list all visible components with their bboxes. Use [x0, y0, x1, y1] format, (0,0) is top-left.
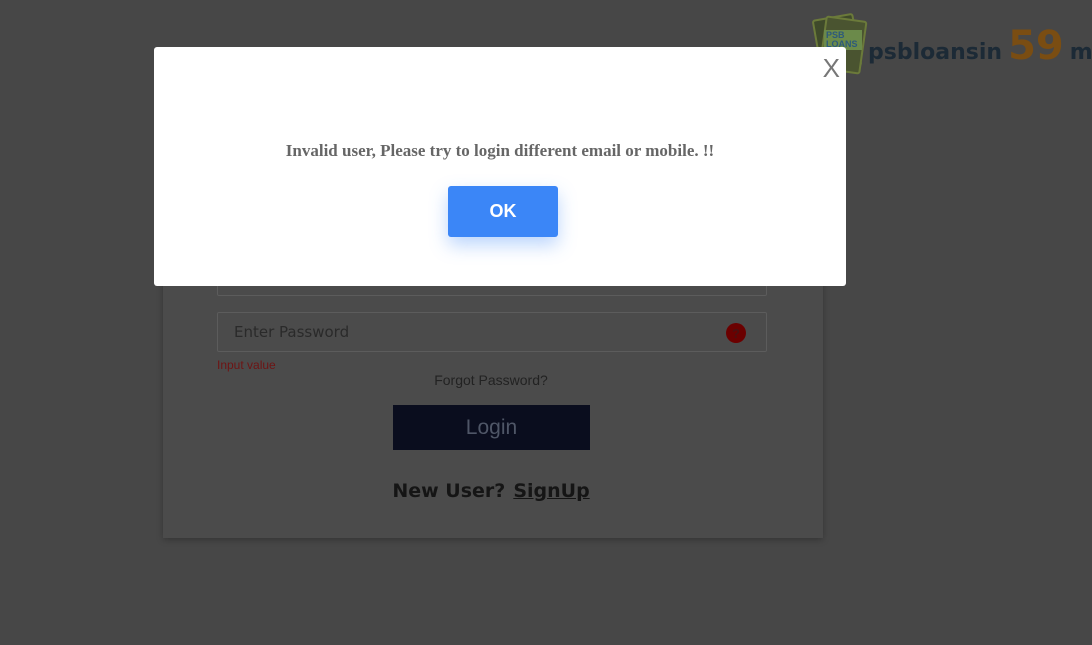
password-input[interactable] — [218, 322, 716, 342]
password-field[interactable]: ? — [217, 312, 767, 352]
login-button[interactable]: Login — [393, 405, 590, 450]
forgot-password-link[interactable]: Forgot Password? — [163, 372, 819, 388]
signup-link[interactable]: SignUp — [513, 480, 589, 502]
signup-row: New User? SignUp — [163, 480, 819, 502]
forgot-password-label[interactable]: Forgot Password? — [434, 372, 548, 388]
help-icon[interactable]: ? — [726, 323, 746, 343]
error-dialog: X Invalid user, Please try to login diff… — [154, 47, 846, 286]
help-icon-symbol: ? — [732, 325, 740, 341]
close-icon[interactable]: X — [823, 55, 840, 81]
brand-name: psbloansin 59 mi — [868, 23, 1092, 69]
brand-logo: PSB LOANS psbloansin 59 mi — [811, 8, 1092, 78]
brand-suffix: mi — [1069, 40, 1092, 65]
new-user-label: New User? — [392, 480, 506, 502]
ok-button[interactable]: OK — [448, 186, 558, 237]
error-message: Invalid user, Please try to login differ… — [285, 141, 715, 160]
input-error-message: Input value — [217, 358, 276, 372]
brand-name-text: psbloansin — [868, 40, 1003, 65]
brand-number: 59 — [1008, 23, 1064, 69]
